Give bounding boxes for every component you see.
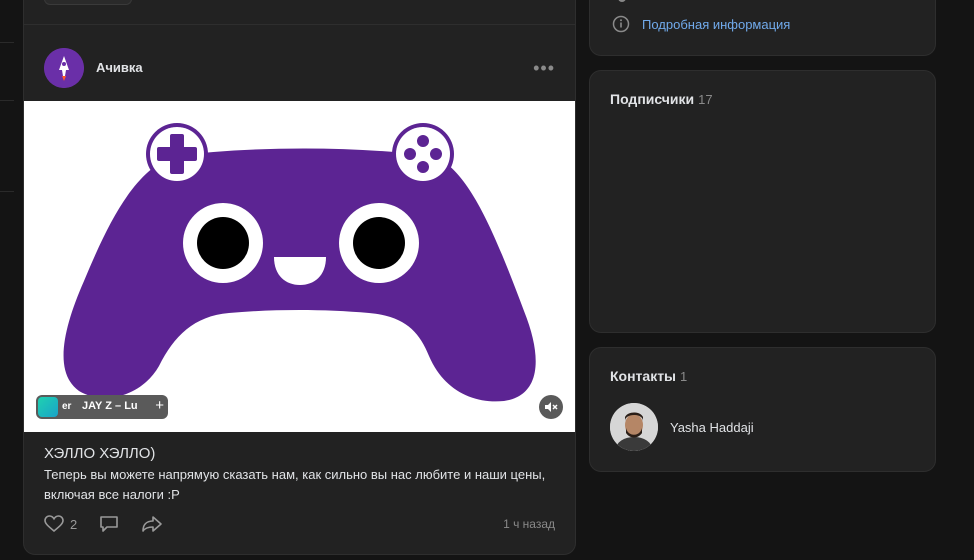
post-card: Ачивка ••• er JAY Z – Lu + ХЭЛЛО ХЭЛЛО) … <box>23 24 576 555</box>
post-text: Теперь вы можете напрямую сказать нам, к… <box>44 467 546 502</box>
more-info-link[interactable]: Подробная информация <box>642 17 790 32</box>
more-options-icon[interactable]: ••• <box>533 58 555 79</box>
contact-avatar[interactable] <box>610 403 658 451</box>
comment-button[interactable] <box>99 515 119 533</box>
info-icon <box>612 15 630 33</box>
add-track-icon[interactable]: + <box>155 398 164 414</box>
contacts-card: Контакты 1 Yasha Haddaji <box>589 347 936 472</box>
post-author[interactable]: Ачивка <box>96 60 143 75</box>
subscribers-count: 17 <box>698 92 713 107</box>
contacts-title[interactable]: Контакты 1 <box>610 368 687 384</box>
subscribers-title[interactable]: Подписчики 17 <box>610 91 713 107</box>
music-player-pill[interactable]: er JAY Z – Lu + <box>36 395 168 419</box>
previous-post-button[interactable] <box>44 0 132 5</box>
rocket-icon <box>44 48 84 88</box>
previous-post-card <box>23 0 576 25</box>
contacts-label: Контакты <box>610 368 677 384</box>
track-title: JAY Z – Lu <box>82 400 138 412</box>
share-button[interactable] <box>141 515 163 533</box>
heart-icon <box>44 515 64 533</box>
subscribers-label: Подписчики <box>610 91 695 107</box>
like-count: 2 <box>70 516 78 532</box>
mute-button[interactable] <box>539 395 563 419</box>
left-edge-dividers <box>0 0 14 560</box>
post-timestamp[interactable]: 1 ч назад <box>503 517 555 531</box>
subscribers-card: Подписчики 17 <box>589 70 936 333</box>
muted-speaker-icon <box>545 402 558 412</box>
track-prefix: er <box>62 401 72 412</box>
person-photo <box>610 403 658 451</box>
post-title: ХЭЛЛО ХЭЛЛО) <box>44 445 156 462</box>
comment-icon <box>100 516 119 532</box>
contacts-count: 1 <box>680 369 688 384</box>
like-button[interactable]: 2 <box>44 515 77 533</box>
contact-item[interactable]: Yasha Haddaji <box>610 403 754 451</box>
community-info-card: Подробная информация <box>589 0 936 56</box>
author-avatar[interactable] <box>44 48 84 88</box>
share-icon <box>142 516 163 532</box>
gamepad-illustration <box>63 123 536 402</box>
info-item-icon <box>618 0 626 2</box>
track-cover <box>38 397 58 417</box>
post-actions: 2 <box>44 513 185 535</box>
contact-name[interactable]: Yasha Haddaji <box>670 420 754 435</box>
post-image[interactable]: er JAY Z – Lu + <box>24 101 575 432</box>
